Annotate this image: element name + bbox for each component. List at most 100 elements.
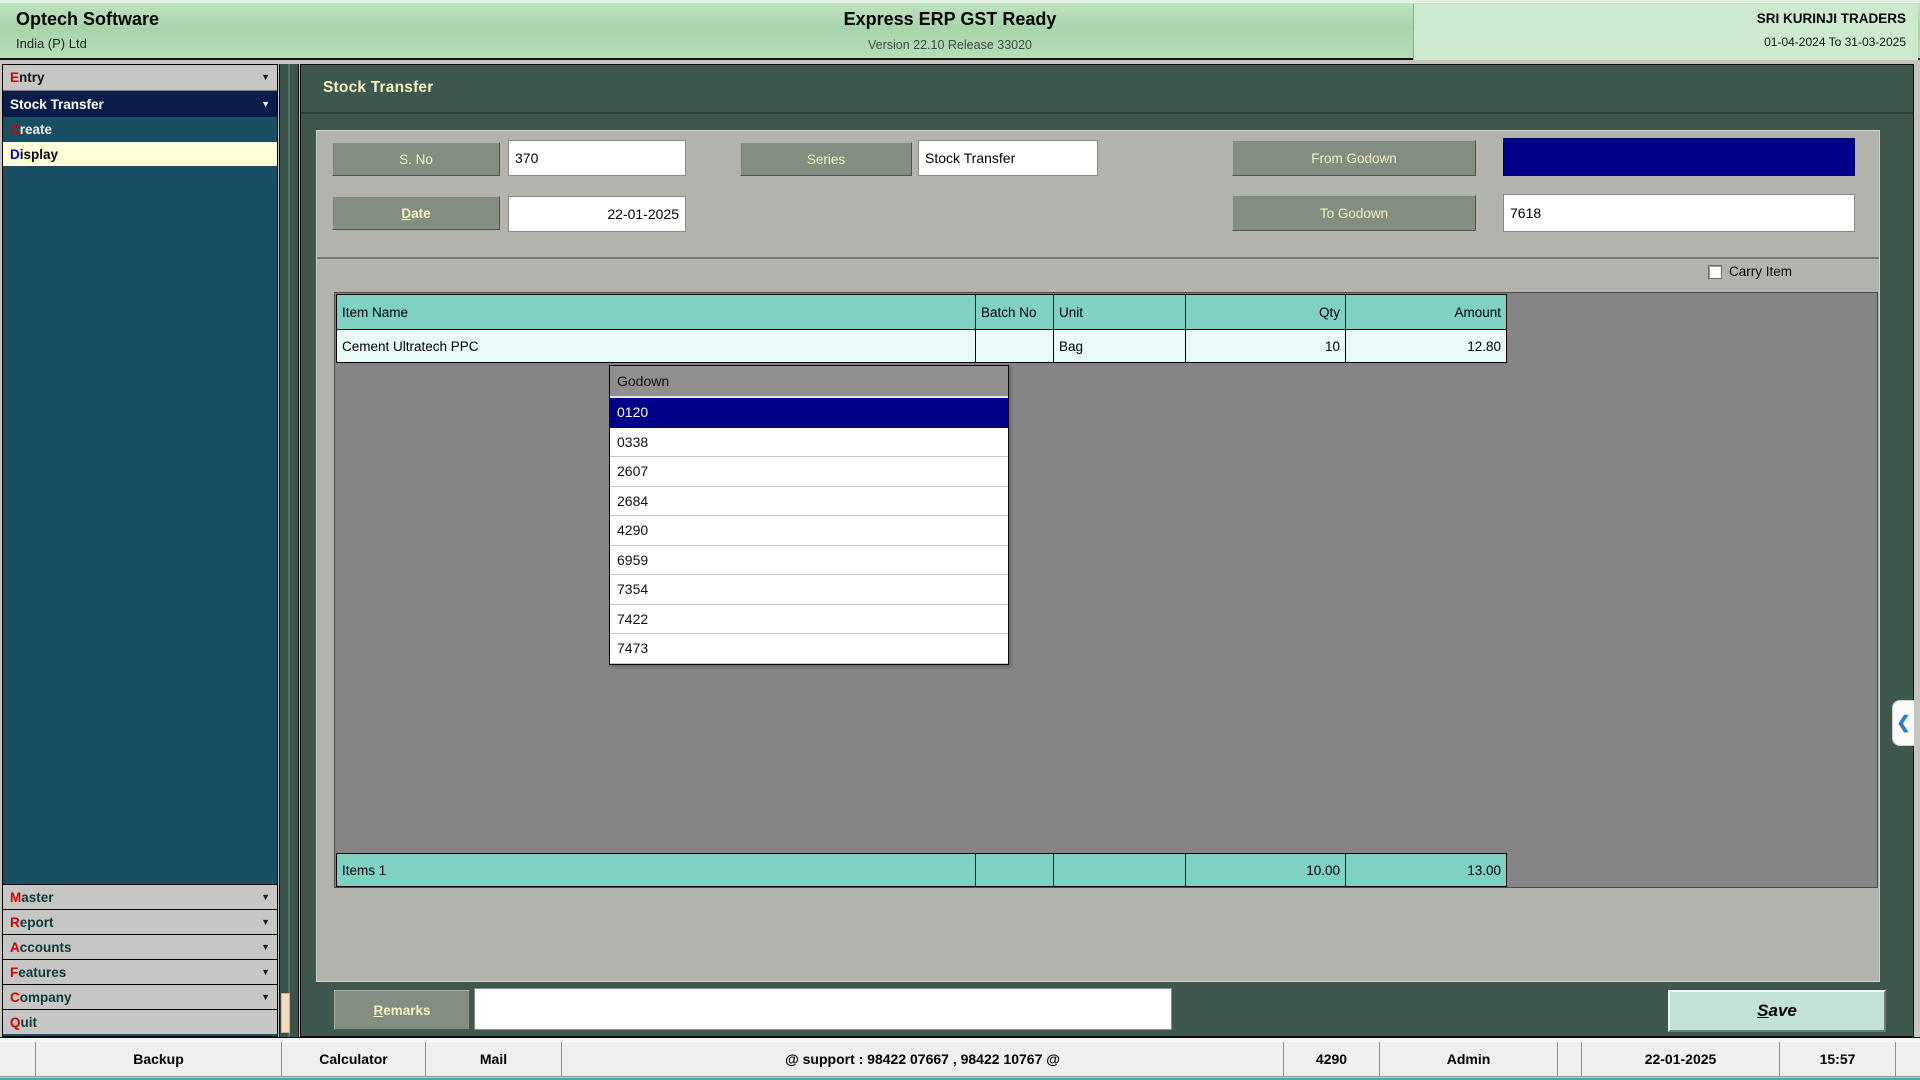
col-unit: Unit <box>1054 294 1186 330</box>
godown-dropdown: Godown 0120 0338 2607 2684 4290 6959 735… <box>609 365 1009 665</box>
cell-qty[interactable]: 10 <box>1186 330 1346 363</box>
godown-option[interactable]: 2684 <box>610 487 1008 517</box>
panel-collapse-tab[interactable]: ❮ <box>1892 700 1914 746</box>
sidebar: Entry ▼ Stock Transfer ▼ Create Display … <box>2 64 278 1037</box>
carry-item-checkbox[interactable] <box>1708 265 1722 279</box>
sidebar-item-master[interactable]: Master ▼ <box>3 884 277 909</box>
time-status: 15:57 <box>1780 1042 1896 1076</box>
app-window: Optech Software India (P) Ltd Express ER… <box>0 0 1920 1080</box>
entry-label: ntry <box>19 70 45 85</box>
col-batch-no: Batch No <box>976 294 1054 330</box>
godown-option[interactable]: 7422 <box>610 605 1008 635</box>
page-titlebar: Stock Transfer <box>301 65 1913 114</box>
cell-unit[interactable]: Bag <box>1054 330 1186 363</box>
remarks-label: Remarks <box>334 990 470 1030</box>
godown-option[interactable]: 7354 <box>610 575 1008 605</box>
totals-qty: 10.00 <box>1186 853 1346 887</box>
from-godown-input[interactable] <box>1503 138 1855 176</box>
remarks-input[interactable] <box>474 988 1172 1030</box>
display-accent: D <box>10 147 20 162</box>
godown-option[interactable]: 6959 <box>610 546 1008 576</box>
app-header: Optech Software India (P) Ltd Express ER… <box>0 0 1920 60</box>
sidebar-item-display[interactable]: Display <box>3 142 277 166</box>
s-no-input[interactable] <box>508 140 686 176</box>
s-no-label: S. No <box>332 142 500 176</box>
totals-amount: 13.00 <box>1346 853 1507 887</box>
table-row[interactable]: Cement Ultratech PPC Bag 10 12.80 <box>336 330 1507 363</box>
to-godown-input[interactable] <box>1503 194 1855 232</box>
godown-option[interactable]: 0120 <box>610 398 1008 428</box>
carry-item-label: Carry Item <box>1729 264 1792 279</box>
godown-option[interactable]: 2607 <box>610 457 1008 487</box>
sidebar-scrollbar[interactable] <box>279 64 299 1037</box>
to-godown-label: To Godown <box>1232 195 1476 231</box>
app-title-block: Express ERP GST Ready Version 22.10 Rele… <box>500 9 1400 52</box>
totals-items-count: Items 1 <box>336 853 976 887</box>
cell-amount[interactable]: 12.80 <box>1346 330 1507 363</box>
series-label: Series <box>740 142 912 176</box>
stock-transfer-label: Stock Transfer <box>10 97 104 112</box>
chevron-down-icon: ▼ <box>261 993 270 1002</box>
sidebar-scrollbar-thumb[interactable] <box>281 993 290 1033</box>
series-input[interactable] <box>918 140 1098 176</box>
statusbar-spacer <box>0 1042 36 1076</box>
chevron-down-icon: ▼ <box>261 100 270 109</box>
date-label: Date <box>332 196 500 230</box>
client-name: SRI KURINJI TRADERS <box>1414 11 1906 26</box>
totals-batch <box>976 853 1054 887</box>
col-qty: Qty <box>1186 294 1346 330</box>
items-table-body: Cement Ultratech PPC Bag 10 12.80 <box>336 330 1507 363</box>
form-divider <box>317 257 1879 259</box>
col-amount: Amount <box>1346 294 1507 330</box>
collapse-chevron-icon: ❮ <box>1896 713 1910 733</box>
items-table-header: Item Name Batch No Unit Qty Amount <box>336 294 1507 330</box>
cell-item-name[interactable]: Cement Ultratech PPC <box>336 330 976 363</box>
chevron-down-icon: ▼ <box>261 918 270 927</box>
chevron-down-icon: ▼ <box>261 893 270 902</box>
statusbar-spacer <box>1558 1042 1582 1076</box>
date-status: 22-01-2025 <box>1582 1042 1780 1076</box>
app-version: Version 22.10 Release 33020 <box>500 38 1400 52</box>
col-item-name: Item Name <box>336 294 976 330</box>
calculator-button[interactable]: Calculator <box>282 1042 426 1076</box>
godown-dropdown-header: Godown <box>610 366 1008 398</box>
sidebar-item-quit[interactable]: Quit <box>3 1009 277 1034</box>
from-godown-label: From Godown <box>1232 140 1476 176</box>
vendor-subtitle: India (P) Ltd <box>16 36 159 51</box>
client-block: SRI KURINJI TRADERS 01-04-2024 To 31-03-… <box>1413 4 1918 60</box>
carry-item-field: Carry Item <box>1708 264 1792 279</box>
items-table-container: Item Name Batch No Unit Qty Amount Cemen… <box>334 292 1878 888</box>
vendor-name: Optech Software <box>16 9 159 30</box>
sidebar-item-report[interactable]: Report ▼ <box>3 909 277 934</box>
financial-period: 01-04-2024 To 31-03-2025 <box>1414 35 1906 49</box>
create-accent: C <box>10 122 20 137</box>
sidebar-item-features[interactable]: Features ▼ <box>3 959 277 984</box>
mail-button[interactable]: Mail <box>426 1042 562 1076</box>
totals-unit <box>1054 853 1186 887</box>
vendor-block: Optech Software India (P) Ltd <box>16 9 159 51</box>
chevron-down-icon: ▼ <box>261 968 270 977</box>
sidebar-item-create[interactable]: Create <box>3 117 277 142</box>
support-info: @ support : 98422 07667 , 98422 10767 @ <box>562 1042 1284 1076</box>
cell-batch-no[interactable] <box>976 330 1054 363</box>
create-label: reate <box>20 122 52 137</box>
sidebar-item-stock-transfer[interactable]: Stock Transfer ▼ <box>3 91 277 117</box>
sidebar-item-company[interactable]: Company ▼ <box>3 984 277 1009</box>
entry-accent: E <box>10 70 19 85</box>
status-bar: Backup Calculator Mail @ support : 98422… <box>0 1041 1920 1077</box>
backup-button[interactable]: Backup <box>36 1042 282 1076</box>
godown-option[interactable]: 4290 <box>610 516 1008 546</box>
app-title: Express ERP GST Ready <box>500 9 1400 30</box>
display-label: isplay <box>20 147 58 162</box>
godown-option[interactable]: 7473 <box>610 634 1008 664</box>
user-status: Admin <box>1380 1042 1558 1076</box>
date-input[interactable] <box>508 196 686 232</box>
sidebar-bottom-menu: Master ▼ Report ▼ Accounts ▼ Features ▼ … <box>3 884 277 1034</box>
items-table-totals: Items 1 10.00 13.00 <box>336 853 1507 887</box>
sidebar-item-entry[interactable]: Entry ▼ <box>3 65 277 91</box>
save-button[interactable]: Save <box>1668 990 1886 1032</box>
sidebar-item-accounts[interactable]: Accounts ▼ <box>3 934 277 959</box>
page-title: Stock Transfer <box>323 79 433 97</box>
chevron-down-icon: ▼ <box>261 73 270 82</box>
godown-option[interactable]: 0338 <box>610 428 1008 458</box>
